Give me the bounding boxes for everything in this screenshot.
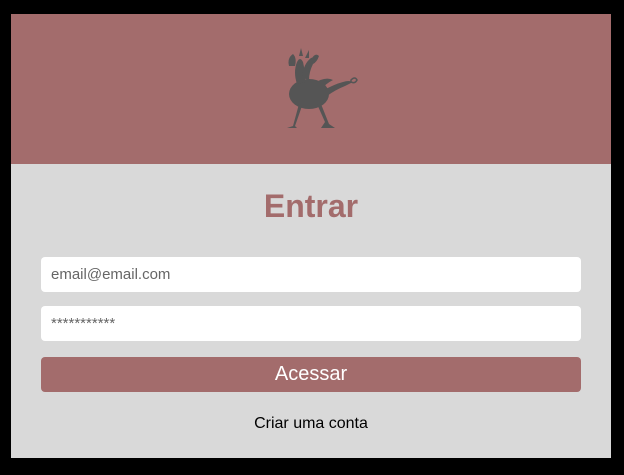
creature-silhouette-icon	[287, 48, 358, 128]
password-field[interactable]	[41, 306, 581, 341]
email-field[interactable]	[41, 257, 581, 292]
header-banner	[11, 14, 611, 164]
submit-button[interactable]: Acessar	[41, 357, 581, 392]
login-card: Entrar Acessar Criar uma conta	[11, 14, 611, 458]
create-account-link[interactable]: Criar uma conta	[11, 414, 611, 434]
page-title: Entrar	[263, 188, 359, 224]
